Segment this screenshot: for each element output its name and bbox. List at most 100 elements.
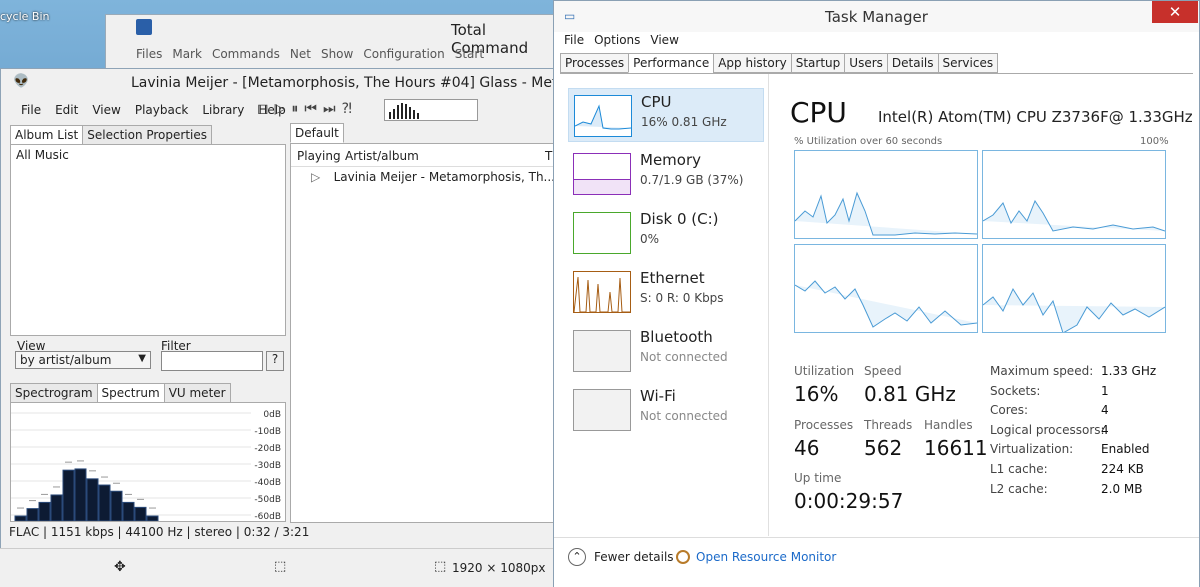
handles-value: 16611 [924, 436, 988, 460]
menu-library[interactable]: Library [202, 103, 244, 117]
task-manager-window[interactable]: ▭ Task Manager ✕ File Options View Proce… [553, 0, 1200, 587]
album-root-item[interactable]: All Music [16, 148, 280, 162]
menu-view[interactable]: View [92, 103, 120, 117]
resource-name: Ethernet [640, 269, 705, 287]
menu-options[interactable]: Options [594, 33, 640, 47]
detail-value: 4 [1101, 403, 1109, 417]
resource-name: Wi-Fi [640, 387, 676, 405]
image-viewer-bar: ✥ ⬚ ⬚ 1920 × 1080px [0, 548, 556, 587]
tab-app-history[interactable]: App history [713, 53, 792, 73]
col-artist-album[interactable]: Artist/album [341, 149, 545, 166]
foobar-window[interactable]: 👽 Lavinia Meijer - [Metamorphosis, The H… [0, 68, 580, 587]
resize-icon: ⬚ [434, 559, 447, 574]
menu-commands[interactable]: Commands [212, 47, 280, 61]
menu-playback[interactable]: Playback [135, 103, 189, 117]
floppy-icon [136, 19, 152, 35]
resource-sub: Not connected [640, 409, 728, 423]
threads-value: 562 [864, 436, 903, 460]
tab-users[interactable]: Users [844, 53, 888, 73]
resource-disk[interactable]: Disk 0 (C:) 0% [568, 206, 764, 260]
tab-vu-meter[interactable]: VU meter [163, 383, 231, 403]
stop-icon[interactable]: ◻ [257, 101, 269, 117]
cpu-graph-core-1 [982, 150, 1166, 239]
db-label: -30dB [254, 461, 281, 471]
db-label: -50dB [254, 495, 281, 505]
processes-value: 46 [794, 436, 820, 460]
close-button[interactable]: ✕ [1152, 1, 1198, 23]
tab-performance[interactable]: Performance [628, 53, 715, 73]
album-list-panel[interactable]: All Music [10, 144, 286, 336]
tab-selection-properties[interactable]: Selection Properties [82, 125, 213, 145]
resource-bluetooth[interactable]: Bluetooth Not connected [568, 324, 764, 378]
db-label: -20dB [254, 444, 281, 454]
pause-icon[interactable]: ⏸ [291, 101, 298, 117]
resource-cpu[interactable]: CPU 16% 0.81 GHz [568, 88, 764, 142]
menu-configuration[interactable]: Configuration [363, 47, 444, 61]
filter-help-button[interactable]: ? [266, 351, 284, 371]
resource-wifi[interactable]: Wi-Fi Not connected [568, 383, 764, 437]
menu-start[interactable]: Start [455, 47, 484, 61]
menu-bar: File Edit View Playback Library Help [21, 103, 286, 117]
table-row[interactable]: ▷ Lavinia Meijer - Metamorphosis, Th... [291, 170, 555, 188]
resource-memory[interactable]: Memory 0.7/1.9 GB (37%) [568, 147, 764, 201]
detail-value: 4 [1101, 423, 1109, 437]
resource-monitor-label: Open Resource Monitor [696, 550, 837, 564]
tab-services[interactable]: Services [937, 53, 999, 73]
filter-input[interactable] [161, 351, 263, 371]
tab-details[interactable]: Details [886, 53, 939, 73]
menu-mark[interactable]: Mark [172, 47, 202, 61]
play-icon[interactable]: ▷ [275, 101, 286, 117]
alien-icon: 👽 [13, 74, 30, 89]
cpu-graph-core-2 [794, 244, 978, 333]
spectrum-bar [26, 508, 39, 522]
ethernet-thumbnail [573, 271, 631, 313]
play-indicator-icon: ▷ [311, 170, 321, 184]
menu-view[interactable]: View [650, 33, 678, 47]
previous-icon[interactable]: ⏮ [304, 101, 317, 117]
row-artist-album: Lavinia Meijer - Metamorphosis, Th... [333, 170, 555, 184]
menu-files[interactable]: Files [136, 47, 162, 61]
spectrum-bar [134, 506, 147, 522]
fewer-details-button[interactable]: ⌃ Fewer details [568, 548, 674, 566]
tab-spectrogram[interactable]: Spectrogram [10, 383, 98, 403]
resource-name: Disk 0 (C:) [640, 210, 719, 228]
detail-value: 2.0 MB [1101, 482, 1143, 496]
next-icon[interactable]: ⏭ [323, 101, 336, 117]
menu-edit[interactable]: Edit [55, 103, 78, 117]
resource-ethernet[interactable]: Ethernet S: 0 R: 0 Kbps [568, 265, 764, 319]
detail-value: 1.33 GHz [1101, 364, 1157, 378]
spectrum-bar [62, 469, 75, 522]
move-icon[interactable]: ✥ [114, 559, 126, 575]
toolbar-visualizer [384, 99, 478, 121]
window-title: Task Manager [825, 8, 928, 26]
col-playing[interactable]: Playing [291, 149, 341, 166]
visualization-tabs: Spectrogram Spectrum VU meter [10, 383, 231, 403]
memory-fill [574, 179, 630, 194]
playlist-view[interactable]: Playing Artist/album T ▷ Lavinia Meijer … [290, 143, 555, 523]
view-select[interactable]: by artist/album ▼ [15, 351, 151, 369]
resource-monitor-icon [676, 550, 690, 564]
footer: ⌃ Fewer details Open Resource Monitor [554, 537, 1199, 587]
tab-spectrum[interactable]: Spectrum [96, 383, 165, 403]
menu-show[interactable]: Show [321, 47, 353, 61]
tab-processes[interactable]: Processes [560, 53, 630, 73]
detail-key: Cores: [990, 403, 1029, 417]
playlist-tabs: Default [290, 123, 344, 143]
tab-startup[interactable]: Startup [790, 53, 846, 73]
db-label: 0dB [263, 410, 281, 420]
tab-album-list[interactable]: Album List [10, 125, 84, 145]
menu-file[interactable]: File [21, 103, 41, 117]
tab-default-playlist[interactable]: Default [290, 123, 344, 143]
db-label: -60dB [254, 512, 281, 521]
random-icon[interactable]: ⁈ [342, 101, 352, 117]
cpu-thumb-graph [574, 104, 632, 130]
crop-icon[interactable]: ⬚ [274, 559, 286, 574]
open-resource-monitor-link[interactable]: Open Resource Monitor [676, 550, 836, 564]
recycle-bin-label[interactable]: cycle Bin [0, 10, 50, 23]
menu-file[interactable]: File [564, 33, 584, 47]
spectrum-bar [98, 484, 111, 522]
menu-net[interactable]: Net [290, 47, 311, 61]
pane-divider [768, 74, 769, 536]
resource-sub: 0.7/1.9 GB (37%) [640, 173, 744, 187]
detail-key: L2 cache: [990, 482, 1048, 496]
